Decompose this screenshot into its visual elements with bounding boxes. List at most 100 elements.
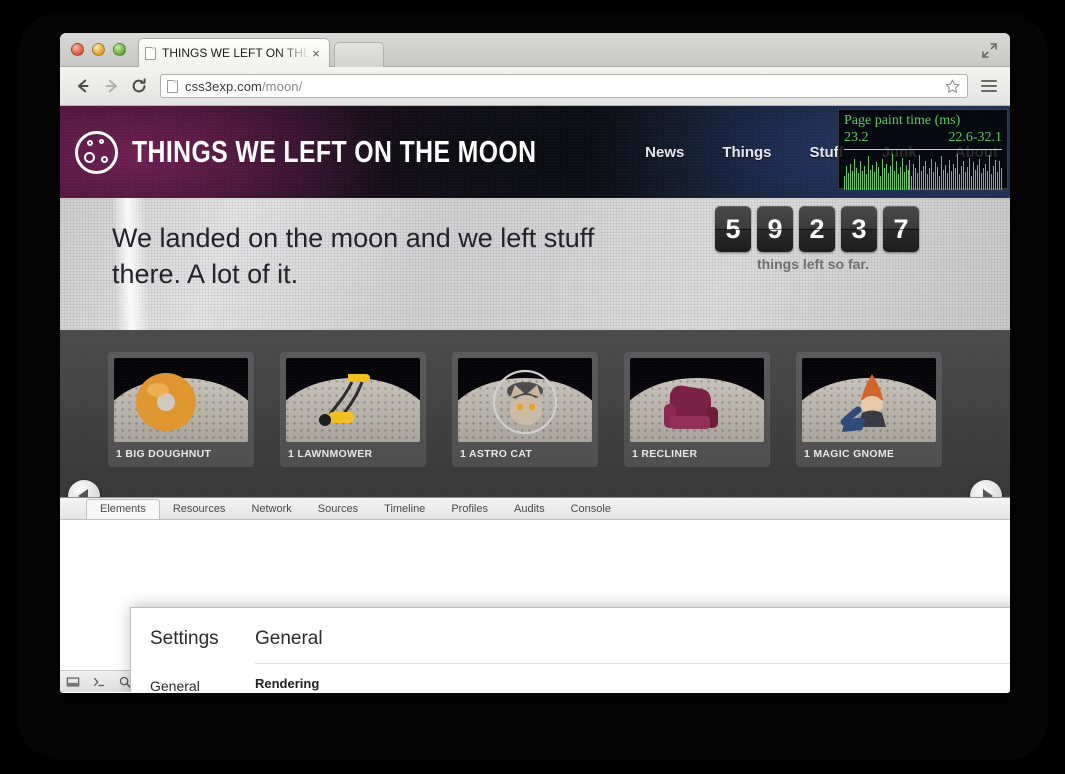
nav-item-things[interactable]: Things [722,144,771,161]
paint-graph-bar [861,171,863,190]
paint-graph-bar [971,176,972,190]
paint-graph-bar [949,160,951,190]
devtools-tab-bar: Elements Resources Network Sources Timeline P… [60,498,1010,520]
paint-graph-bar [844,176,845,190]
paint-graph-bar [961,166,963,190]
settings-section-title: Rendering [255,676,320,691]
paint-graph-bar [947,173,949,190]
nav-item-news[interactable]: News [645,144,684,161]
devtools-tab-network[interactable]: Network [238,500,304,519]
tab-close-icon[interactable]: × [309,47,323,60]
paint-graph-bar [851,171,853,190]
paint-graph-bar [951,171,953,190]
card-thumbnail[interactable] [458,358,592,442]
paint-graph-bar [875,162,877,190]
address-bar[interactable]: css3exp.com/moon/ [160,74,968,98]
devtools-tab-console[interactable]: Console [558,500,624,519]
devtools-tab-timeline[interactable]: Timeline [371,500,438,519]
carousel-card[interactable]: 1 LAWNMOWER [280,352,426,467]
window-close-button[interactable] [71,43,84,56]
card-artwork [319,374,370,426]
devtools-tab-profiles[interactable]: Profiles [438,500,501,519]
paint-graph-bar [853,159,855,190]
dock-toggle-icon[interactable] [60,671,86,693]
paint-graph-bar [972,162,974,190]
counter-digit-0: 5 [715,206,751,252]
back-button[interactable] [70,73,96,99]
browser-window: THINGS WE LEFT ON THE MOON × [60,33,1010,693]
paint-graph-bar [917,173,919,190]
paint-graph-bar [859,161,861,190]
paint-graph-bar [921,171,923,190]
paint-graph-bar [893,171,895,190]
card-label: 1 LAWNMOWER [288,448,373,460]
console-drawer-icon[interactable] [86,671,112,693]
settings-nav-general[interactable]: General [150,673,248,692]
page-icon [145,46,156,60]
paint-graph-bar [879,176,881,190]
bookmark-star-icon[interactable] [944,78,961,95]
paint-time-overlay: Page paint time (ms) 23.2 22.6-32.1 [838,109,1008,190]
paint-current-value: 23.2 [844,130,869,145]
card-artwork [492,369,558,435]
paint-graph-bar [955,168,957,190]
paint-graph-bar [925,161,927,190]
paint-graph-bar [901,158,903,190]
paint-graph-bar [974,170,976,190]
paint-graph-bar [899,167,901,190]
counter-digit-3: 3 [841,206,877,252]
paint-graph-bar [927,174,929,190]
forward-button[interactable] [98,73,124,99]
paint-graph-bar [913,164,915,190]
window-zoom-button[interactable] [113,43,126,56]
settings-header: Settings General [131,608,1010,663]
window-minimize-button[interactable] [92,43,105,56]
reload-button[interactable] [126,73,152,99]
card-thumbnail[interactable] [630,358,764,442]
paint-range-value: 22.6-32.1 [948,130,1002,145]
paint-graph-bar [945,165,947,190]
paint-graph-bar [895,161,897,190]
paint-graph-bar [907,170,909,190]
paint-graph-bar [911,176,913,190]
browser-tab[interactable]: THINGS WE LEFT ON THE MOON × [138,38,330,67]
paint-graph-bar [929,168,931,190]
new-tab-button[interactable] [334,42,384,67]
paint-graph-bar [992,166,994,190]
paint-graph-bar [957,154,959,190]
card-label: 1 MAGIC GNOME [804,448,895,460]
carousel-card[interactable]: 1 BIG DOUGHNUT [108,352,254,467]
carousel-card[interactable]: 1 ASTRO CAT [452,352,598,467]
settings-pane-title: General [255,628,323,649]
fullscreen-icon[interactable] [981,42,998,59]
paint-graph-bar [857,173,859,190]
counter-digit-2: 2 [799,206,835,252]
paint-graph-bar [963,161,965,190]
paint-graph-bar [847,173,849,190]
devtools-tab-sources[interactable]: Sources [305,500,371,519]
settings-content-pane: Rendering Show paint rectanglesShow FPS … [255,663,1010,692]
paint-graph-bar [873,172,875,190]
site-page-icon [167,79,178,93]
paint-graph-bar [935,162,937,190]
carousel-card[interactable]: 1 MAGIC GNOME [796,352,942,467]
carousel-card[interactable]: 1 RECLINER [624,352,770,467]
card-thumbnail[interactable] [286,358,420,442]
paint-graph-bar [978,159,980,190]
card-thumbnail[interactable] [802,358,936,442]
counter-caption: things left so far. [756,256,869,272]
paint-graph-bar [941,156,943,190]
paint-graph-bar [976,165,978,190]
paint-graph-bar [877,167,879,190]
browser-tab-strip: THINGS WE LEFT ON THE MOON × [60,33,1010,67]
browser-menu-icon[interactable] [978,75,1000,97]
paint-graph-bar [883,168,885,190]
devtools-tab-audits[interactable]: Audits [501,500,558,519]
paint-graph-bar [919,155,921,190]
devtools-tab-resources[interactable]: Resources [160,500,239,519]
card-thumbnail[interactable] [114,358,248,442]
devtools-tab-elements[interactable]: Elements [86,499,160,519]
paint-graph-bar [931,159,933,190]
card-artwork [840,374,886,432]
paint-graph-bar [885,164,887,190]
